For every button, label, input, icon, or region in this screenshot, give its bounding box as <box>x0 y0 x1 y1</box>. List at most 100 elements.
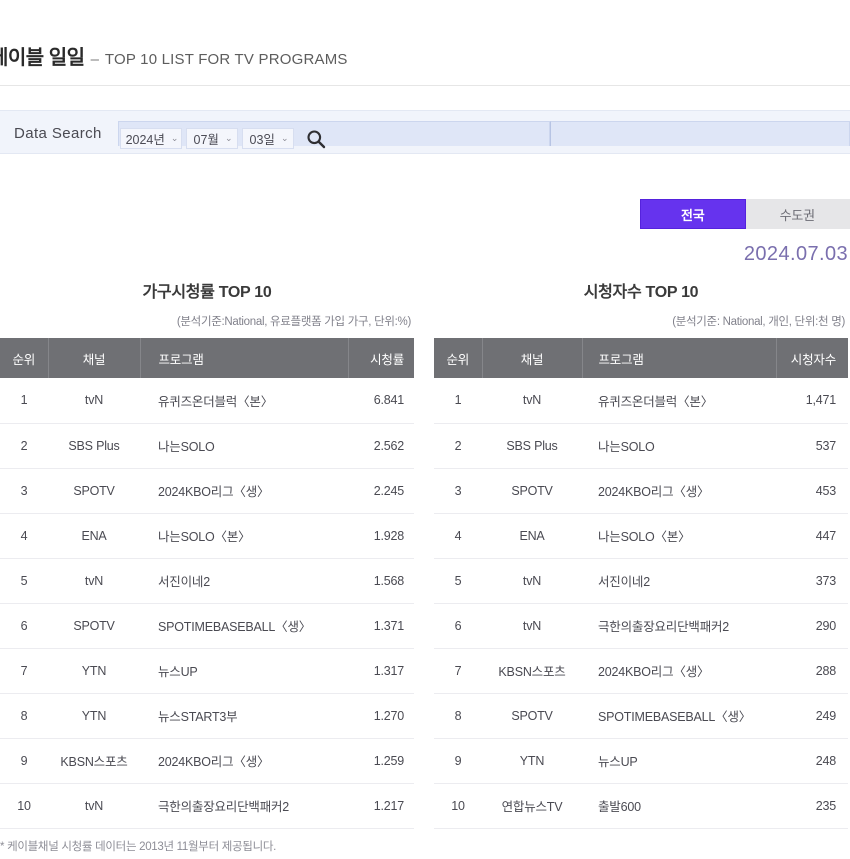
cell-rank: 7 <box>434 648 482 694</box>
table-row[interactable]: 4 ENA 나는SOLO〈본〉 447 <box>434 513 848 559</box>
cell-value: 235 <box>776 783 848 829</box>
cell-value: 288 <box>776 648 848 694</box>
cell-channel: ENA <box>48 513 140 559</box>
cell-rank: 9 <box>0 738 48 784</box>
cell-program: 2024KBO리그〈생〉 <box>140 468 348 514</box>
search-icon <box>307 130 326 149</box>
cell-program: 유퀴즈온더블럭〈본〉 <box>582 378 776 424</box>
panel-title: 시청자수 TOP 10 <box>583 284 699 301</box>
table-header: 순위 채널 프로그램 시청률 <box>0 338 414 378</box>
cell-value: 453 <box>776 468 848 514</box>
cell-rank: 8 <box>434 693 482 739</box>
cell-program: 나는SOLO <box>140 423 348 469</box>
month-select[interactable]: 07월 ⌄ <box>186 128 238 149</box>
cell-channel: 연합뉴스TV <box>482 783 582 829</box>
data-search-label: Data Search <box>14 124 102 142</box>
cell-rank: 3 <box>434 468 482 514</box>
table-row[interactable]: 10 연합뉴스TV 출발600 235 <box>434 783 848 829</box>
table-row[interactable]: 9 YTN 뉴스UP 248 <box>434 738 848 784</box>
month-select-value: 07월 <box>193 133 219 147</box>
cell-value: 1.371 <box>348 603 414 649</box>
table-row[interactable]: 4 ENA 나는SOLO〈본〉 1.928 <box>0 513 414 559</box>
cell-channel: tvN <box>482 378 582 424</box>
table-row[interactable]: 7 KBSN스포츠 2024KBO리그〈생〉 288 <box>434 648 848 694</box>
region-toggle-metro[interactable]: 수도권 <box>745 199 850 229</box>
table-row[interactable]: 8 YTN 뉴스START3부 1.270 <box>0 693 414 739</box>
cell-program: 출발600 <box>582 783 776 829</box>
cell-value: 1.568 <box>348 558 414 604</box>
table-row[interactable]: 3 SPOTV 2024KBO리그〈생〉 2.245 <box>0 468 414 514</box>
cell-program: 유퀴즈온더블럭〈본〉 <box>140 378 348 424</box>
year-select[interactable]: 2024년 ⌄ <box>120 128 182 149</box>
panel-subtitle: (분석기준: National, 개인, 단위:천 명) <box>672 316 845 328</box>
cell-channel: SPOTV <box>482 468 582 514</box>
year-select-value: 2024년 <box>125 133 165 147</box>
column-header-channel: 채널 <box>482 338 583 378</box>
cell-program: 2024KBO리그〈생〉 <box>582 468 776 514</box>
chevron-down-icon: ⌄ <box>280 133 289 143</box>
cell-rank: 5 <box>434 558 482 604</box>
column-header-value: 시청자수 <box>776 338 848 378</box>
cell-program: 뉴스UP <box>582 738 776 784</box>
cell-channel: SPOTV <box>48 468 140 514</box>
table-header: 순위 채널 프로그램 시청자수 <box>434 338 848 378</box>
region-toggle-nationwide[interactable]: 전국 <box>640 199 746 229</box>
household-rating-panel: 가구시청률 TOP 10 (분석기준:National, 유료플랫폼 가입 가구… <box>0 272 414 829</box>
cell-program: 나는SOLO〈본〉 <box>582 513 776 559</box>
cell-value: 447 <box>776 513 848 559</box>
page-title-dash: – <box>90 51 99 68</box>
page-title: 케이블 일일 – TOP 10 LIST FOR TV PROGRAMS <box>0 41 348 70</box>
cell-rank: 2 <box>0 423 48 469</box>
search-secondary-field[interactable] <box>550 121 850 146</box>
panel-title: 가구시청률 TOP 10 <box>142 284 272 301</box>
table-row[interactable]: 9 KBSN스포츠 2024KBO리그〈생〉 1.259 <box>0 738 414 784</box>
table-row[interactable]: 1 tvN 유퀴즈온더블럭〈본〉 6.841 <box>0 378 414 424</box>
day-select-value: 03일 <box>249 133 275 147</box>
cell-rank: 10 <box>434 783 482 829</box>
cell-rank: 8 <box>0 693 48 739</box>
cell-program: 2024KBO리그〈생〉 <box>140 738 348 784</box>
cell-program: SPOTIMEBASEBALL〈생〉 <box>140 603 348 649</box>
table-row[interactable]: 2 SBS Plus 나는SOLO 537 <box>434 423 848 469</box>
cell-channel: tvN <box>48 783 140 829</box>
column-header-channel: 채널 <box>48 338 141 378</box>
table-header-row: 순위 채널 프로그램 시청자수 <box>434 338 848 378</box>
cell-program: 나는SOLO <box>582 423 776 469</box>
cell-program: 뉴스START3부 <box>140 693 348 739</box>
day-select[interactable]: 03일 ⌄ <box>242 128 294 149</box>
cell-channel: YTN <box>48 648 140 694</box>
table-row[interactable]: 10 tvN 극한의출장요리단백패커2 1.217 <box>0 783 414 829</box>
cell-program: SPOTIMEBASEBALL〈생〉 <box>582 693 776 739</box>
cell-value: 2.562 <box>348 423 414 469</box>
cell-channel: tvN <box>48 558 140 604</box>
table-row[interactable]: 7 YTN 뉴스UP 1.317 <box>0 648 414 694</box>
page-header: 케이블 일일 – TOP 10 LIST FOR TV PROGRAMS <box>0 0 850 86</box>
table-row[interactable]: 1 tvN 유퀴즈온더블럭〈본〉 1,471 <box>434 378 848 424</box>
table-row[interactable]: 8 SPOTV SPOTIMEBASEBALL〈생〉 249 <box>434 693 848 739</box>
cell-value: 373 <box>776 558 848 604</box>
column-header-rank: 순위 <box>434 338 483 378</box>
table-row[interactable]: 5 tvN 서진이네2 373 <box>434 558 848 604</box>
cell-rank: 10 <box>0 783 48 829</box>
cell-value: 6.841 <box>348 378 414 424</box>
cell-rank: 1 <box>434 378 482 424</box>
table-row[interactable]: 2 SBS Plus 나는SOLO 2.562 <box>0 423 414 469</box>
cell-channel: SBS Plus <box>482 423 582 469</box>
cell-rank: 6 <box>0 603 48 649</box>
cell-value: 1.928 <box>348 513 414 559</box>
table-row[interactable]: 5 tvN 서진이네2 1.568 <box>0 558 414 604</box>
cell-value: 1.317 <box>348 648 414 694</box>
table-row[interactable]: 3 SPOTV 2024KBO리그〈생〉 453 <box>434 468 848 514</box>
cell-rank: 9 <box>434 738 482 784</box>
table-row[interactable]: 6 SPOTV SPOTIMEBASEBALL〈생〉 1.371 <box>0 603 414 649</box>
cell-value: 1.270 <box>348 693 414 739</box>
household-rating-table: 순위 채널 프로그램 시청률 1 tvN 유퀴즈온더블럭〈본〉 6.841 2 SBS … <box>0 338 414 829</box>
search-button[interactable] <box>303 127 329 151</box>
cell-rank: 7 <box>0 648 48 694</box>
cell-value: 2.245 <box>348 468 414 514</box>
cell-program: 서진이네2 <box>582 558 776 604</box>
column-header-rank: 순위 <box>0 338 49 378</box>
viewers-count-table: 순위 채널 프로그램 시청자수 1 tvN 유퀴즈온더블럭〈본〉 1,471 2 SBS… <box>434 338 848 829</box>
table-row[interactable]: 6 tvN 극한의출장요리단백패커2 290 <box>434 603 848 649</box>
page-title-korean: 케이블 일일 <box>0 47 85 69</box>
